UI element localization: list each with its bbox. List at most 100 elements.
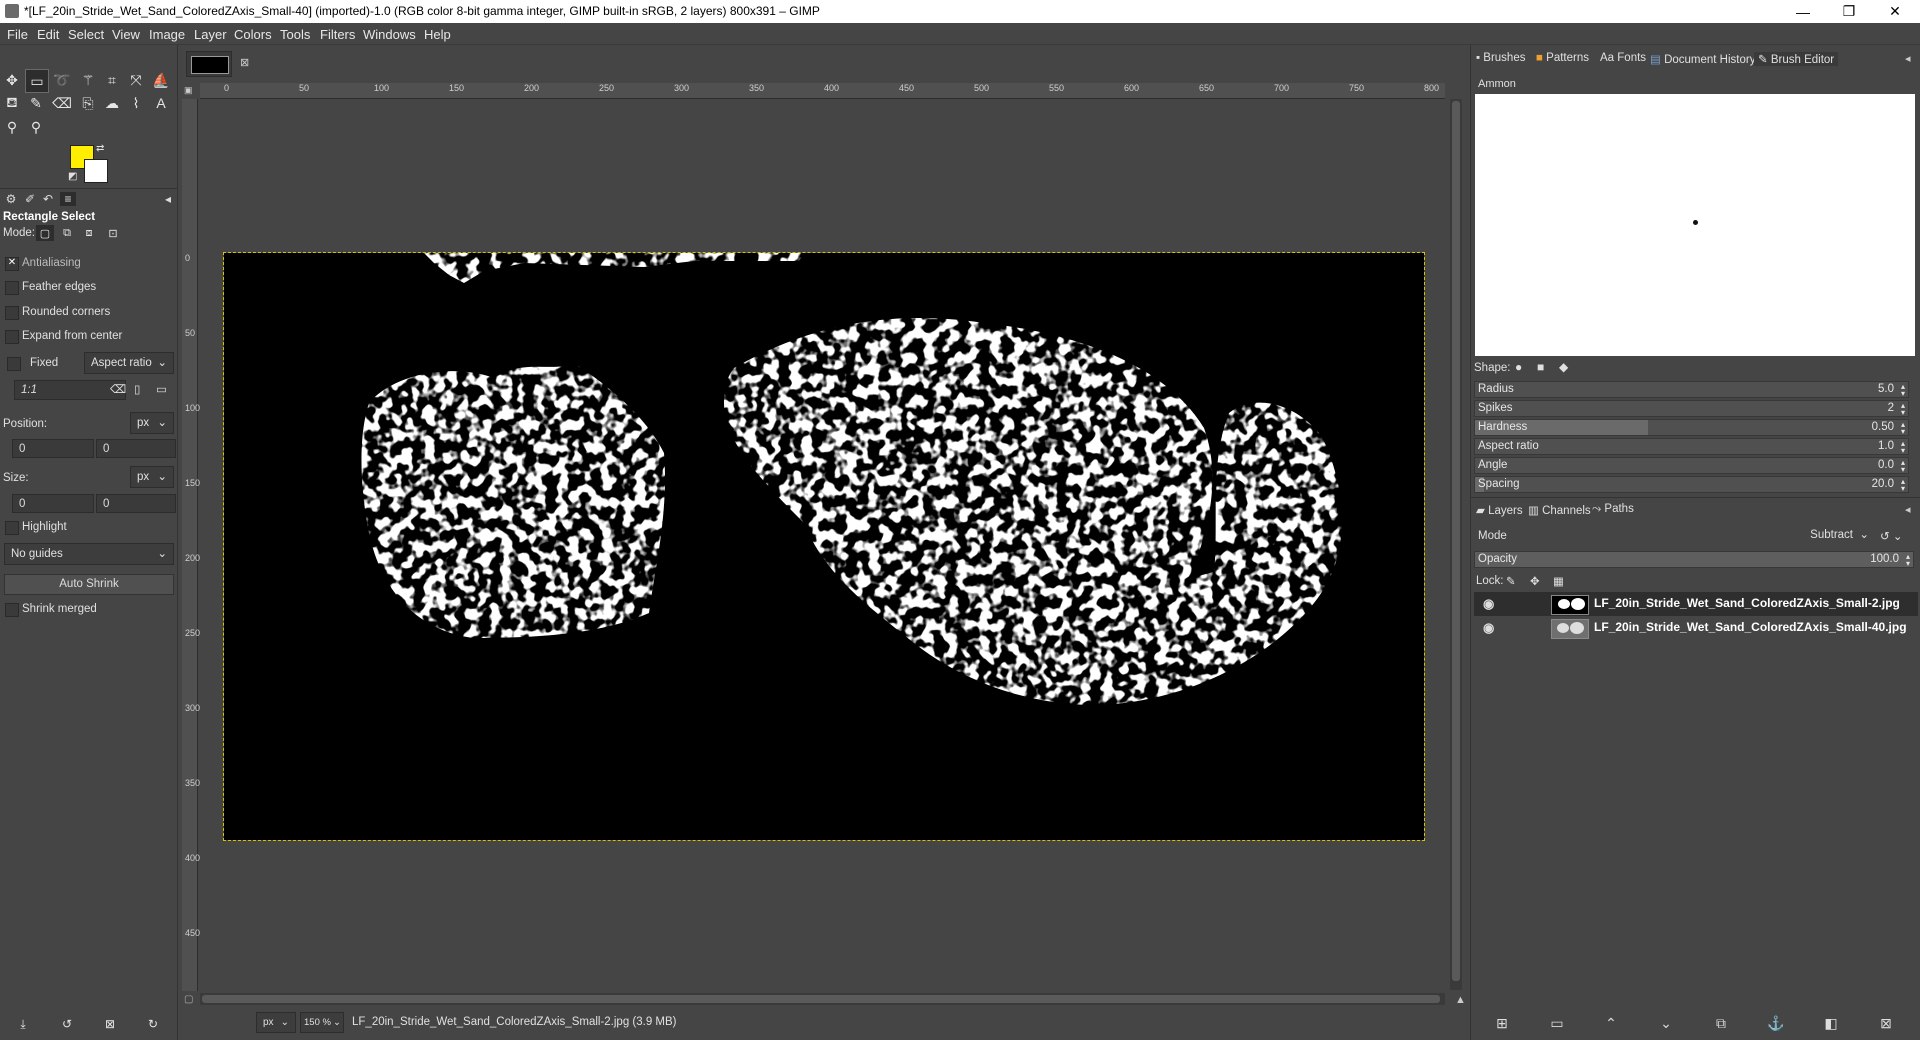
undo-history-tab-icon[interactable]: ↶ [40, 192, 56, 206]
tab-fonts[interactable]: Aa Fonts [1600, 52, 1646, 64]
mode-intersect-icon[interactable]: ⊡ [104, 225, 122, 241]
lock-position-icon[interactable]: ✥ [1530, 574, 1540, 588]
tab-brush-editor[interactable]: ✎ Brush Editor [1754, 52, 1839, 66]
spin-arrows-icon[interactable]: ▴ ▾ [1906, 553, 1910, 568]
clone-tool-icon[interactable]: ⎘ [77, 92, 99, 114]
spin-arrows-icon[interactable]: ▴ ▾ [1901, 440, 1905, 455]
menu-windows[interactable]: Windows [363, 27, 416, 42]
shape-square-icon[interactable]: ■ [1537, 360, 1544, 374]
color-picker-tool-icon[interactable]: ⚲ [1, 116, 23, 138]
zoom-tool-icon[interactable]: ⚲ [25, 116, 47, 138]
image-canvas[interactable] [223, 252, 1425, 841]
lasso-tool-icon[interactable]: ➰ [51, 69, 73, 91]
mode-subtract-icon[interactable]: ⧈ [80, 225, 98, 241]
zoom-dropdown[interactable]: 150 % ⌄ [300, 1012, 344, 1033]
menu-tools[interactable]: Tools [280, 27, 310, 42]
menu-select[interactable]: Select [68, 27, 104, 42]
dock-separator[interactable] [1470, 497, 1920, 501]
restore-button[interactable]: ❐ [1826, 0, 1872, 23]
shape-diamond-icon[interactable]: ◆ [1559, 360, 1568, 374]
device-status-tab-icon[interactable]: ✐ [22, 192, 38, 206]
move-tool-icon[interactable]: ✥ [1, 69, 23, 91]
minimize-button[interactable]: — [1780, 0, 1826, 23]
paintbrush-tool-icon[interactable]: ✎ [25, 92, 47, 114]
layer-row[interactable]: ◉ LF_20in_Stride_Wet_Sand_ColoredZAxis_S… [1474, 592, 1918, 616]
tab-paths[interactable]: ⤳ Paths [1592, 503, 1634, 516]
transform-tool-icon[interactable]: ⤧ [125, 69, 147, 91]
default-colors-icon[interactable]: ◩ [68, 171, 77, 182]
quick-mask-icon[interactable]: ▢ [184, 994, 193, 1005]
opacity-slider[interactable]: Opacity 100.0 ▴ ▾ [1474, 551, 1914, 568]
fixed-checkbox[interactable] [7, 357, 21, 371]
horizontal-scrollbar[interactable] [200, 993, 1445, 1005]
hardness-slider[interactable]: Hardness 0.50 ▴ ▾ [1474, 419, 1909, 436]
menu-filters[interactable]: Filters [320, 27, 355, 42]
visibility-eye-icon[interactable]: ◉ [1483, 596, 1499, 611]
rectangle-select-tool-icon[interactable]: ▭ [25, 69, 49, 93]
smudge-tool-icon[interactable]: ☁ [101, 92, 123, 114]
layer-row[interactable]: ◉ LF_20in_Stride_Wet_Sand_ColoredZAxis_S… [1474, 616, 1918, 640]
clear-field-icon[interactable]: ⌫ [110, 382, 126, 396]
menu-image[interactable]: Image [149, 27, 185, 42]
reset-mode-icon[interactable]: ↺ ⌄ [1880, 529, 1902, 543]
size-height-input[interactable]: 0 [96, 494, 176, 513]
warp-tool-icon[interactable]: ⛵ [150, 69, 172, 91]
size-width-input[interactable]: 0 [12, 494, 94, 513]
anchor-layer-icon[interactable]: ⚓ [1765, 1015, 1787, 1033]
mode-add-icon[interactable]: ⧉ [58, 225, 76, 241]
dock-menu-icon[interactable]: ◂ [1905, 52, 1911, 65]
vertical-scrollbar[interactable] [1450, 99, 1462, 990]
radius-slider[interactable]: Radius 5.0 ▴ ▾ [1474, 381, 1909, 398]
angle-slider[interactable]: Angle 0.0 ▴ ▾ [1474, 457, 1909, 474]
new-layer-icon[interactable]: ⊞ [1491, 1015, 1513, 1033]
background-color-swatch[interactable] [84, 159, 108, 183]
landscape-icon[interactable]: ▭ [156, 382, 167, 396]
menu-colors[interactable]: Colors [234, 27, 272, 42]
new-layer-group-icon[interactable]: ▭ [1546, 1015, 1568, 1033]
menu-edit[interactable]: Edit [37, 27, 59, 42]
spin-arrows-icon[interactable]: ▴ ▾ [1901, 421, 1905, 436]
lower-layer-icon[interactable]: ⌄ [1655, 1015, 1677, 1033]
menu-file[interactable]: File [7, 27, 28, 42]
mode-replace-icon[interactable]: ▢ [36, 225, 54, 241]
highlight-checkbox[interactable] [5, 521, 19, 535]
tab-document-history[interactable]: ▤ Document History [1650, 52, 1755, 66]
spin-arrows-icon[interactable]: ▴ ▾ [1901, 478, 1905, 493]
layers-dock-menu-icon[interactable]: ◂ [1905, 503, 1911, 516]
shrink-merged-checkbox[interactable] [5, 603, 19, 617]
spikes-slider[interactable]: Spikes 2 ▴ ▾ [1474, 400, 1909, 417]
images-tab-icon[interactable]: ≡ [60, 192, 76, 206]
delete-layer-icon[interactable]: ⊠ [1875, 1015, 1897, 1033]
position-x-input[interactable]: 0 [12, 439, 94, 458]
image-tab-thumbnail[interactable] [186, 51, 232, 77]
size-unit-dropdown[interactable]: px ⌄ [130, 466, 174, 488]
configure-tab-icon[interactable]: ◂ [160, 192, 176, 206]
tab-brushes[interactable]: ▪ Brushes [1476, 52, 1525, 64]
save-options-icon[interactable]: ⤓ [12, 1013, 34, 1035]
tab-layers[interactable]: ▰ Layers [1476, 503, 1523, 517]
spin-arrows-icon[interactable]: ▴ ▾ [1901, 383, 1905, 398]
menu-help[interactable]: Help [424, 27, 451, 42]
text-tool-icon[interactable]: A [150, 92, 172, 114]
duplicate-layer-icon[interactable]: ⧉ [1710, 1015, 1732, 1033]
eraser-tool-icon[interactable]: ⌫ [51, 92, 73, 114]
portrait-icon[interactable]: ▯ [134, 382, 140, 396]
restore-options-icon[interactable]: ↺ [56, 1013, 78, 1035]
aspect-ratio-slider[interactable]: Aspect ratio 1.0 ▴ ▾ [1474, 438, 1909, 455]
visibility-eye-icon[interactable]: ◉ [1483, 620, 1499, 635]
close-tab-icon[interactable]: ⊠ [240, 56, 249, 69]
position-unit-dropdown[interactable]: px ⌄ [130, 412, 174, 434]
fuzzy-select-tool-icon[interactable]: ⚚ [77, 69, 99, 91]
tool-options-tab-icon[interactable]: ⚙ [3, 192, 19, 206]
guides-dropdown[interactable]: No guides ⌄ [4, 543, 174, 565]
layer-mask-icon[interactable]: ◧ [1820, 1015, 1842, 1033]
position-y-input[interactable]: 0 [96, 439, 176, 458]
feather-edges-checkbox[interactable] [5, 281, 19, 295]
layer-mode-dropdown[interactable]: Subtract ⌄ [1795, 525, 1871, 547]
spacing-slider[interactable]: Spacing 20.0 ▴ ▾ [1474, 476, 1909, 493]
swap-colors-icon[interactable]: ⇄ [96, 143, 104, 154]
menu-view[interactable]: View [112, 27, 140, 42]
spin-arrows-icon[interactable]: ▴ ▾ [1901, 459, 1905, 474]
navigate-icon[interactable]: ▲ [1455, 994, 1466, 1006]
spin-arrows-icon[interactable]: ▴ ▾ [1901, 402, 1905, 417]
